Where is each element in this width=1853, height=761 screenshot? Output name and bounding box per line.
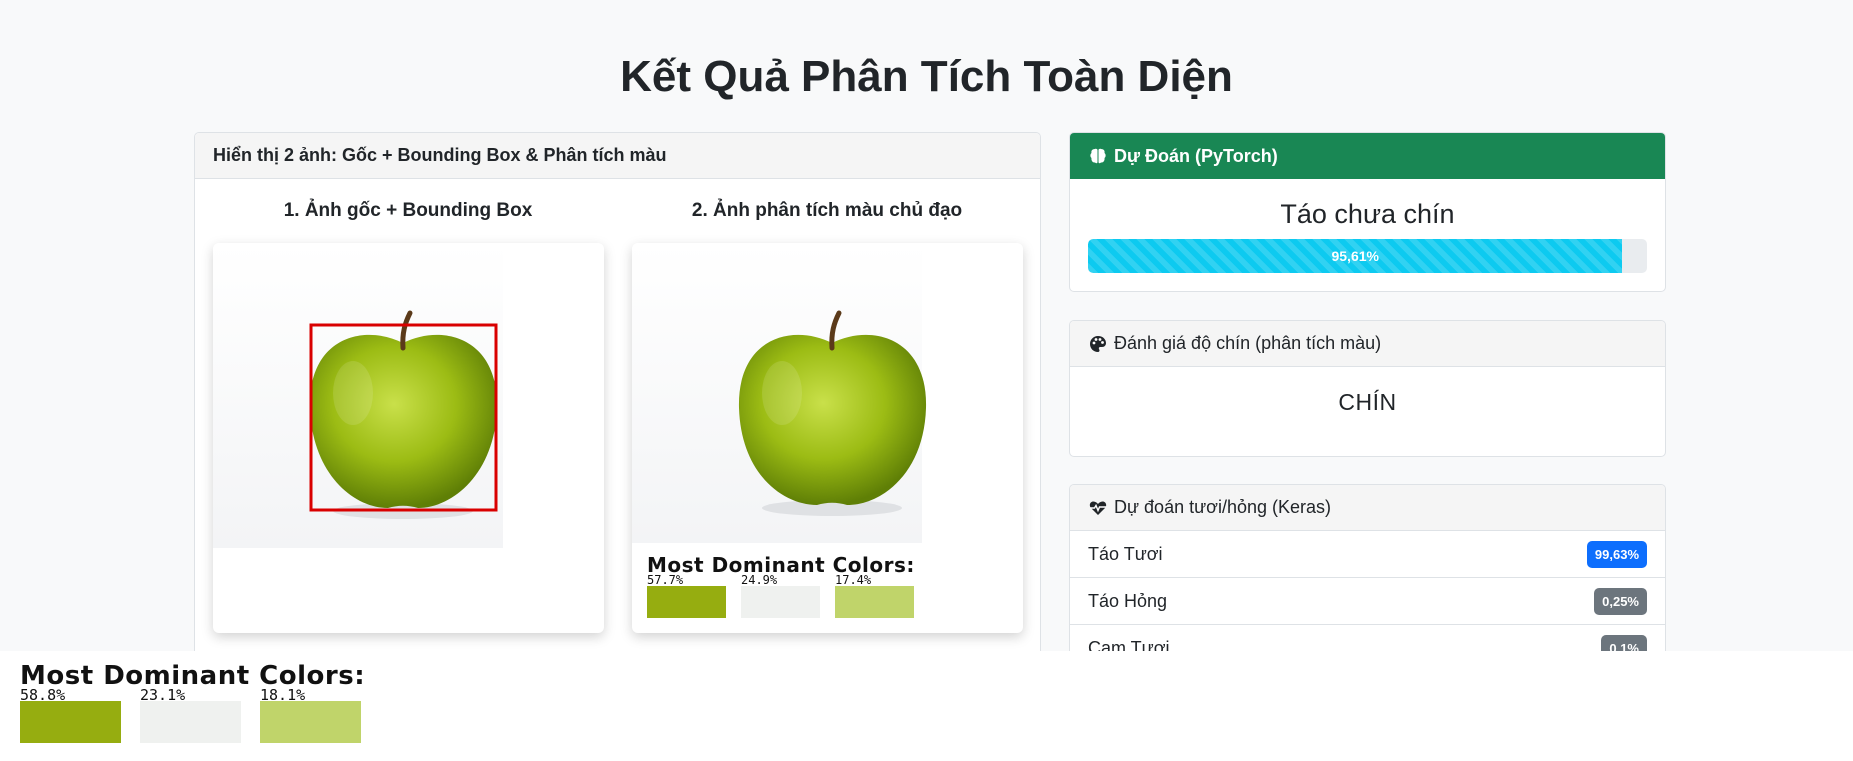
prediction-card: Dự Đoán (PyTorch) Táo chưa chín 95,61%: [1069, 132, 1666, 292]
color-analysis-image-box: Most Dominant Colors: 57.7% 24.9% 17.4%: [632, 243, 1023, 633]
freshness-header-label: Dự đoán tươi/hỏng (Keras): [1114, 497, 1332, 517]
bottom-dominant-colors-title: Most Dominant Colors:: [20, 661, 366, 691]
prediction-header-label: Dự Đoán (PyTorch): [1114, 145, 1278, 166]
image-color-swatch: [741, 586, 820, 618]
palette-icon: [1088, 334, 1108, 354]
prediction-progress-bar: 95,61%: [1088, 239, 1623, 273]
bottom-dominant-colors: Most Dominant Colors: 58.8% 23.1% 18.1%: [20, 661, 420, 761]
apple-color-image: [632, 243, 927, 543]
image-swatch-pct: 24.9%: [741, 573, 778, 587]
bottom-color-swatch: [20, 701, 121, 743]
freshness-header: Dự đoán tươi/hỏng (Keras): [1070, 485, 1665, 531]
prediction-header: Dự Đoán (PyTorch): [1070, 133, 1665, 179]
prediction-label: Táo chưa chín: [1280, 199, 1455, 229]
image-dominant-colors: Most Dominant Colors: 57.7% 24.9% 17.4%: [647, 553, 947, 633]
image-swatch-pct: 17.4%: [835, 573, 872, 587]
heart-pulse-icon: [1088, 498, 1108, 518]
ripeness-card: Đánh giá độ chín (phân tích màu) CHÍN: [1069, 320, 1666, 457]
list-item: Táo Tươi 99,63%: [1070, 531, 1665, 578]
color-analysis-title: 2. Ảnh phân tích màu chủ đạo: [691, 200, 963, 221]
dominant-colors-panel: Most Dominant Colors: 58.8% 23.1% 18.1%: [0, 651, 1853, 761]
prediction-progress: 95,61%: [1088, 239, 1647, 273]
apple-bbox-image: [213, 243, 503, 548]
image-comparison-header: Hiển thị 2 ảnh: Gốc + Bounding Box & Phâ…: [195, 133, 1040, 179]
image-color-swatch: [647, 586, 726, 618]
probability-badge: 0,25%: [1594, 587, 1647, 615]
list-item-label: Táo Hỏng: [1088, 590, 1168, 611]
image-color-swatch: [835, 586, 914, 618]
list-item: Táo Hỏng 0,25%: [1070, 578, 1665, 625]
original-image-box: [213, 243, 604, 633]
image-swatch-pct: 57.7%: [647, 573, 684, 587]
brain-icon: [1088, 146, 1108, 166]
page-title: Kết Quả Phân Tích Toàn Diện: [620, 52, 1233, 101]
bottom-color-swatch: [140, 701, 241, 743]
ripeness-value: CHÍN: [1338, 389, 1397, 415]
image-dominant-colors-title: Most Dominant Colors:: [647, 553, 915, 577]
original-image-title: 1. Ảnh gốc + Bounding Box: [283, 200, 533, 221]
bottom-color-swatch: [260, 701, 361, 743]
probability-badge: 99,63%: [1586, 540, 1647, 568]
ripeness-header-label: Đánh giá độ chín (phân tích màu): [1114, 333, 1382, 353]
list-item-label: Táo Tươi: [1088, 543, 1163, 564]
ripeness-header: Đánh giá độ chín (phân tích màu): [1070, 321, 1665, 367]
